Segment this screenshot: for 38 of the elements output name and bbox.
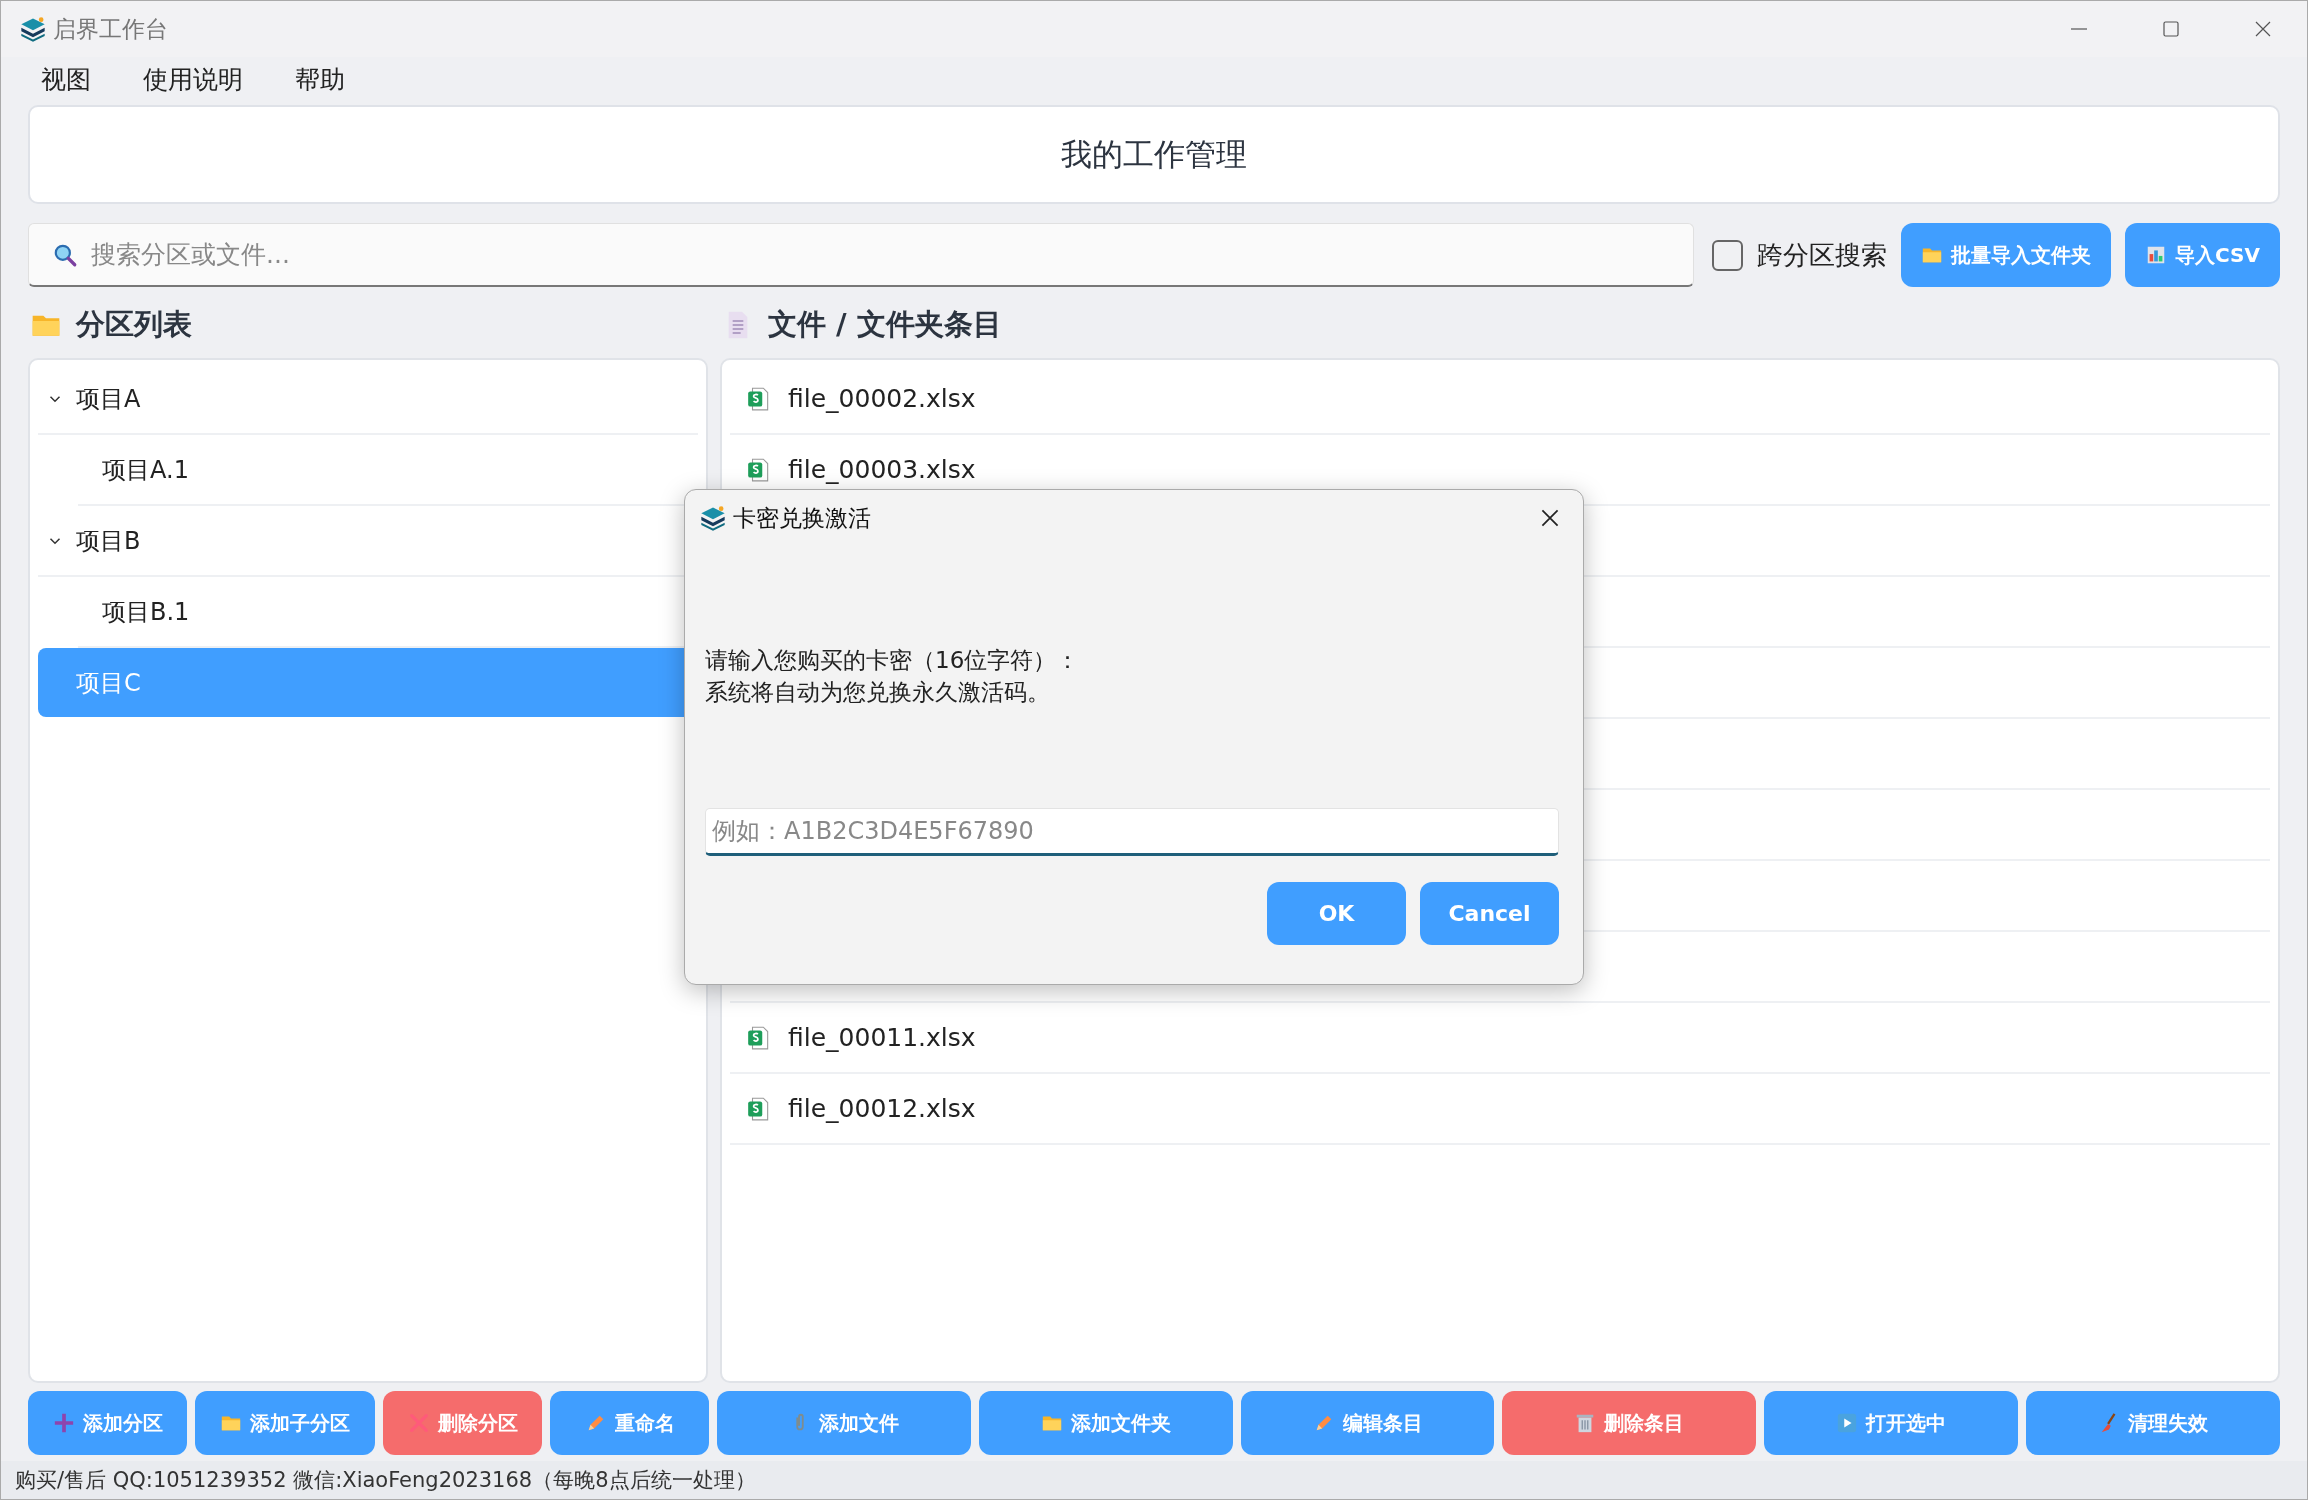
search-icon	[52, 242, 78, 268]
action-button[interactable]: 删除分区	[383, 1391, 542, 1455]
action-button[interactable]: 编辑条目	[1240, 1391, 1495, 1455]
action-button[interactable]: 添加子分区	[195, 1391, 375, 1455]
checkbox-label: 跨分区搜索	[1757, 238, 1888, 272]
window-title: 启界工作台	[53, 14, 168, 44]
menu-item[interactable]: 帮助	[295, 62, 345, 96]
status-bar: 购买/售后 QQ:1051239352 微信:XiaoFeng2023168（每晚8点后统一处理）	[1, 1461, 2307, 1499]
app-logo-icon	[699, 504, 727, 532]
action-button[interactable]: 添加文件	[717, 1391, 971, 1455]
import-button[interactable]: 导入CSV	[2125, 223, 2280, 287]
tree-item[interactable]: 项目A	[38, 364, 698, 435]
checkbox[interactable]	[1712, 239, 1744, 271]
import-button[interactable]: 批量导入文件夹	[1901, 223, 2112, 287]
file-row[interactable]: file_00002.xlsx	[730, 364, 2270, 435]
section-title: 文件 / 文件夹条目	[768, 306, 1002, 343]
action-button[interactable]: 重命名	[550, 1391, 709, 1455]
search-field[interactable]: 搜索分区或文件...	[28, 223, 1695, 287]
dialog-title: 卡密兑换激活	[733, 503, 871, 533]
plus-icon	[52, 1412, 75, 1434]
dialog-message: 系统将自动为您兑换永久激活码。	[705, 678, 1051, 707]
dialog-message: 请输入您购买的卡密（16位字符）：	[705, 646, 1081, 675]
menu-item[interactable]: 视图	[41, 62, 91, 96]
file-row[interactable]: file_00012.xlsx	[730, 1074, 2270, 1145]
action-button[interactable]: 添加分区	[28, 1391, 187, 1455]
cancel-button[interactable]: Cancel	[1420, 882, 1559, 945]
section-title: 分区列表	[76, 306, 192, 343]
app-logo-icon	[19, 15, 47, 43]
file-row[interactable]: file_00011.xlsx	[730, 1003, 2270, 1074]
action-button[interactable]: 清理失效	[2026, 1391, 2280, 1455]
action-button[interactable]: 打开选中	[1764, 1391, 2019, 1455]
action-button[interactable]: 删除条目	[1502, 1391, 1757, 1455]
ok-button[interactable]: OK	[1267, 882, 1406, 945]
action-button[interactable]: 添加文件夹	[978, 1391, 1233, 1455]
menu-item[interactable]: 使用说明	[143, 62, 243, 96]
key-input-field[interactable]: 例如：A1B2C3D4E5F67890	[705, 808, 1559, 856]
play-icon	[1836, 1412, 1859, 1434]
page-title: 我的工作管理	[1061, 134, 1247, 174]
